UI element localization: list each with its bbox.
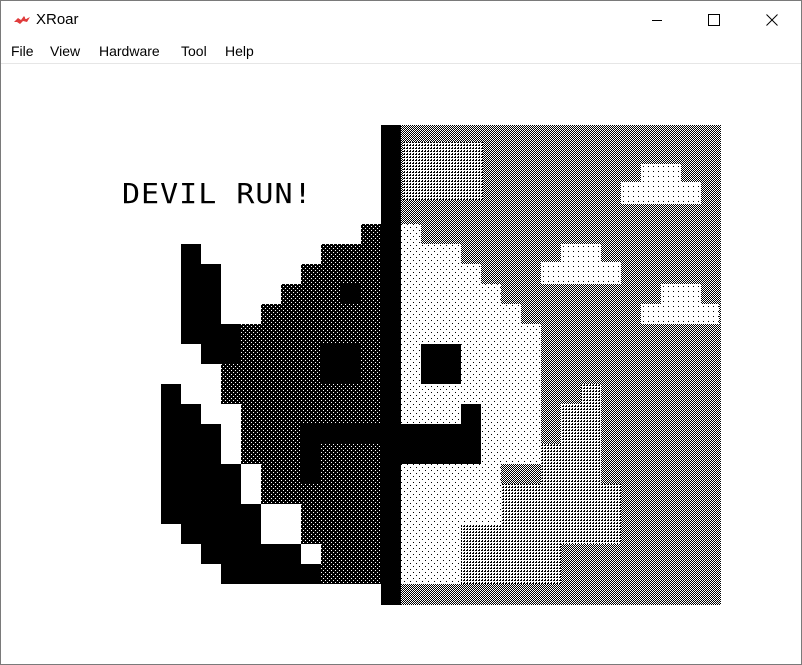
eye-dark-left [321, 344, 361, 384]
title-bar[interactable]: XRoar [1, 1, 801, 39]
menu-view[interactable]: View [50, 43, 80, 59]
minimize-button[interactable] [628, 1, 686, 39]
game-title-text: DEVIL RUN! [122, 178, 313, 211]
menu-help[interactable]: Help [225, 43, 254, 59]
maximize-button[interactable] [685, 1, 743, 39]
game-scene [161, 125, 721, 605]
close-icon [766, 14, 778, 26]
emulator-screen[interactable]: DEVIL RUN! [1, 64, 801, 664]
maximize-icon [708, 14, 720, 26]
cloud-top-left [403, 142, 483, 200]
eye-dark-upper [341, 284, 361, 304]
eye-light-right [421, 344, 461, 384]
close-button[interactable] [743, 1, 801, 39]
menu-bar: File View Hardware Tool Help [1, 39, 801, 64]
minimize-icon [652, 20, 662, 21]
menu-hardware[interactable]: Hardware [99, 43, 160, 59]
horn-upper [181, 244, 241, 364]
center-divider [381, 125, 401, 605]
xroar-window: XRoar File View Hardware Tool Help DEVIL… [0, 0, 802, 665]
menu-tool[interactable]: Tool [181, 43, 207, 59]
menu-file[interactable]: File [11, 43, 34, 59]
xroar-dragon-icon [14, 16, 30, 24]
window-title: XRoar [36, 11, 79, 28]
